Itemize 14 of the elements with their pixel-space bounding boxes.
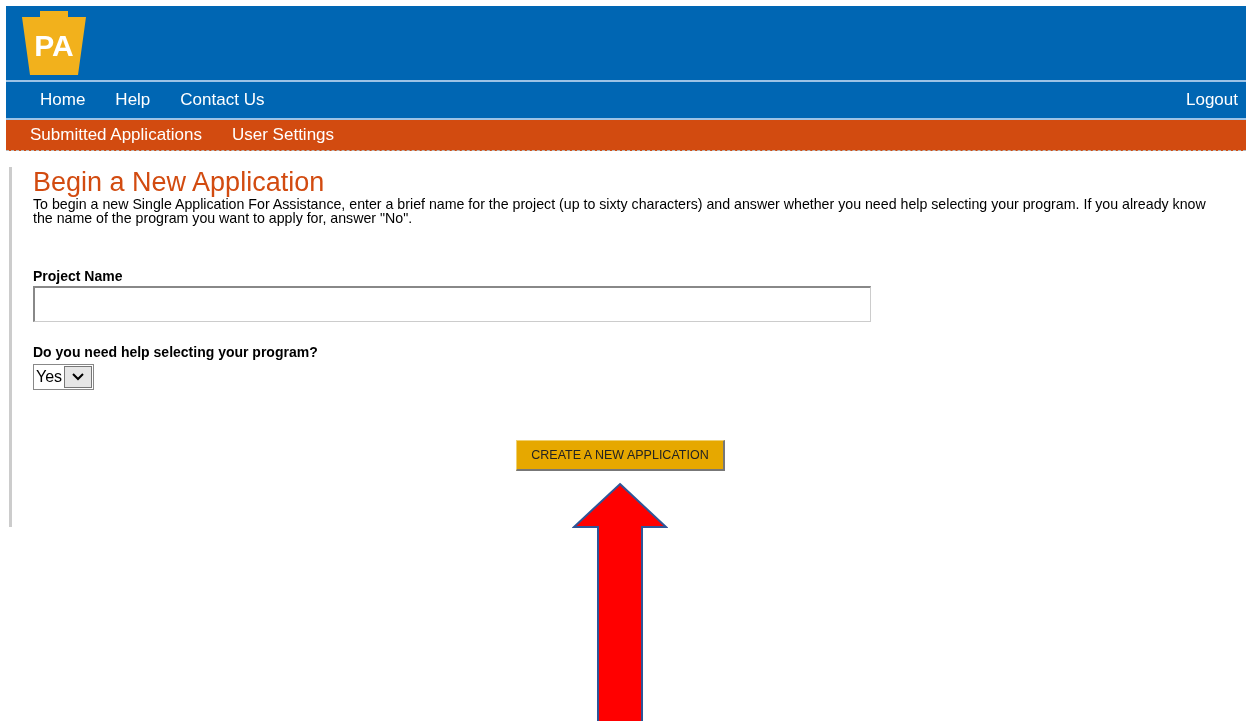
intro-text: To begin a new Single Application For Assistance, enter a brief name for the project (up to sixty characters) and answer whether you need help selecting your program. If you already know the name of the program you want to apply for, answer "No".: [33, 197, 1207, 225]
field-label: Do you need help selecting your program?: [33, 344, 319, 360]
nav-link[interactable]: Contact Us: [180, 90, 265, 110]
sub-nav-link[interactable]: User Settings: [232, 125, 335, 145]
help-select-dropdown[interactable]: Yes: [33, 364, 95, 390]
nav-link[interactable]: Home: [40, 90, 86, 110]
chevron-down-icon: [72, 373, 85, 381]
page-title: Begin a New Application: [33, 167, 325, 197]
project-name-field[interactable]: [33, 286, 871, 322]
nav-link[interactable]: Help: [115, 90, 151, 110]
logout-link[interactable]: Logout: [1186, 90, 1238, 110]
sub-nav-link[interactable]: Submitted Applications: [30, 125, 202, 145]
create-application-button[interactable]: CREATE A NEW APPLICATION: [516, 440, 725, 471]
field-label: Project Name: [33, 268, 124, 284]
